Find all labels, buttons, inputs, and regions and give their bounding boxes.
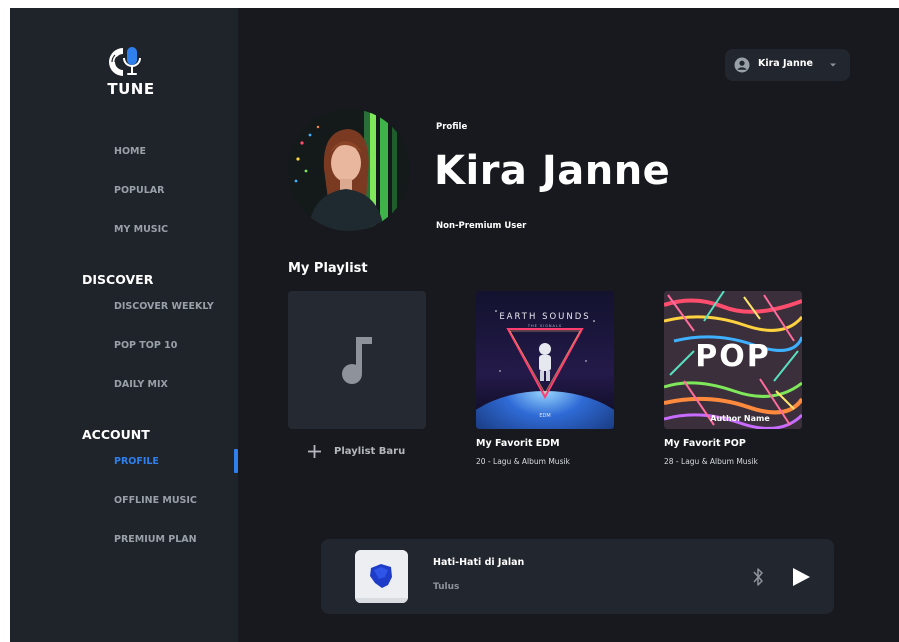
user-menu-dropdown[interactable]: Kira Janne bbox=[725, 49, 850, 81]
sidebar-item-offline-music[interactable]: OFFLINE MUSIC bbox=[114, 495, 197, 506]
playlist-cover-pop[interactable]: POP Author Name bbox=[664, 291, 802, 429]
sidebar-section-account: ACCOUNT bbox=[82, 427, 150, 442]
playlist-title-edm[interactable]: My Favorit EDM bbox=[476, 438, 560, 449]
sidebar-item-my-music[interactable]: MY MUSIC bbox=[114, 224, 168, 235]
sidebar-item-discover-weekly[interactable]: DISCOVER WEEKLY bbox=[114, 301, 214, 312]
sidebar: TUNE HOME POPULAR MY MUSIC DISCOVER DISC… bbox=[10, 8, 238, 642]
user-menu-name: Kira Janne bbox=[758, 58, 813, 69]
pop-cover-author: Author Name bbox=[710, 414, 770, 423]
bluetooth-icon[interactable] bbox=[751, 567, 765, 587]
track-artwork[interactable] bbox=[355, 550, 408, 603]
sidebar-item-premium-plan[interactable]: PREMIUM PLAN bbox=[114, 534, 197, 545]
membership-status: Non-Premium User bbox=[436, 221, 527, 231]
brand-name: TUNE bbox=[107, 80, 155, 98]
app-window: TUNE HOME POPULAR MY MUSIC DISCOVER DISC… bbox=[10, 8, 899, 642]
track-artist: Tulus bbox=[433, 582, 460, 592]
sidebar-item-profile[interactable]: PROFILE bbox=[114, 456, 159, 467]
playlist-title-pop[interactable]: My Favorit POP bbox=[664, 438, 746, 449]
edm-cover-sub: THE SIGNALS bbox=[527, 324, 562, 328]
playlist-meta-edm: 20 - Lagu & Album Musik bbox=[476, 457, 570, 466]
playlist-section-title: My Playlist bbox=[288, 261, 368, 276]
play-icon[interactable] bbox=[791, 567, 811, 587]
pop-cover-art: POP Author Name bbox=[664, 291, 802, 429]
now-playing-bar: Hati-Hati di Jalan Tulus bbox=[321, 539, 834, 614]
edm-cover-art: EARTH SOUNDS THE SIGNALS EDM bbox=[476, 291, 614, 429]
sidebar-item-daily-mix[interactable]: DAILY MIX bbox=[114, 379, 168, 390]
sidebar-section-discover: DISCOVER bbox=[82, 272, 154, 287]
playlist-meta-pop: 28 - Lagu & Album Musik bbox=[664, 457, 758, 466]
profile-label: Profile bbox=[436, 122, 468, 132]
microphone-logo-icon bbox=[109, 47, 141, 76]
edm-cover-heading: EARTH SOUNDS bbox=[499, 312, 590, 322]
plus-icon bbox=[308, 445, 321, 458]
edm-cover-tag: EDM bbox=[539, 413, 550, 419]
sidebar-item-popular[interactable]: POPULAR bbox=[114, 185, 164, 196]
new-playlist-label: Playlist Baru bbox=[334, 446, 406, 457]
caret-down-icon bbox=[830, 63, 836, 67]
track-title: Hati-Hati di Jalan bbox=[433, 557, 525, 568]
profile-avatar bbox=[288, 109, 410, 231]
track-artwork-image bbox=[355, 550, 408, 603]
profile-name: Kira Janne bbox=[434, 148, 671, 194]
new-playlist-tile[interactable] bbox=[288, 291, 426, 429]
sidebar-item-pop-top-10[interactable]: POP TOP 10 bbox=[114, 340, 177, 351]
active-indicator bbox=[234, 449, 238, 473]
music-note-icon bbox=[342, 337, 372, 384]
user-circle-icon bbox=[734, 57, 750, 73]
sidebar-item-home[interactable]: HOME bbox=[114, 146, 146, 157]
pop-cover-heading: POP bbox=[695, 339, 770, 374]
brand-logo[interactable]: TUNE bbox=[103, 44, 163, 104]
avatar-photo bbox=[288, 109, 410, 231]
playlist-cover-edm[interactable]: EARTH SOUNDS THE SIGNALS EDM bbox=[476, 291, 614, 429]
